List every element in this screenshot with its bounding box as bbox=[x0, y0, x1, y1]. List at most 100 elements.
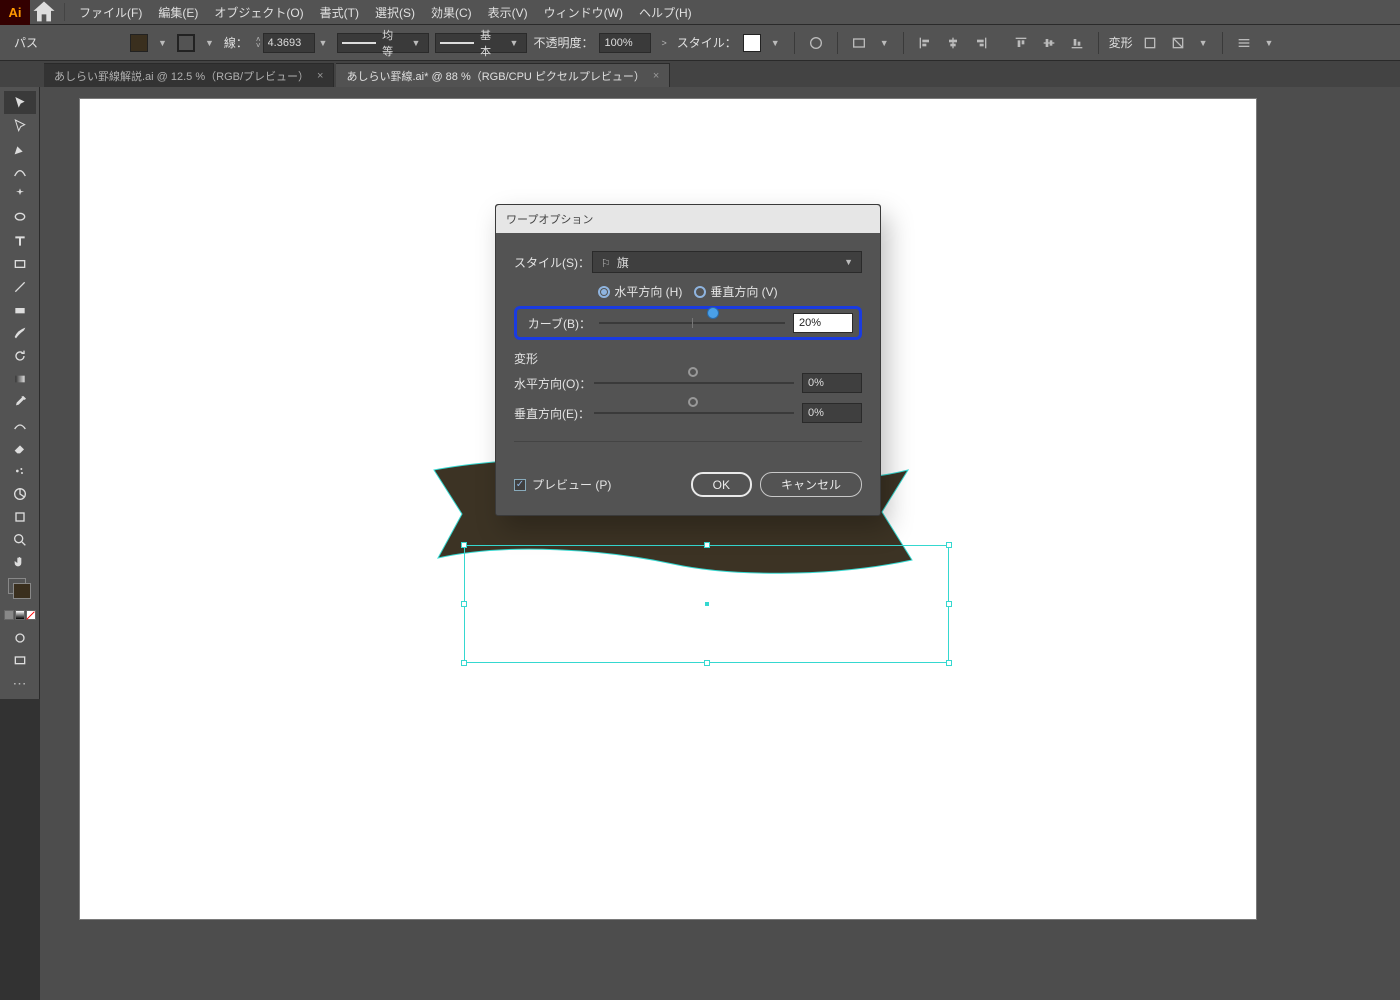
lasso-tool[interactable] bbox=[4, 206, 36, 229]
hand-tool[interactable] bbox=[4, 551, 36, 574]
shape-icon[interactable] bbox=[1167, 32, 1189, 54]
distortion-section-label: 変形 bbox=[514, 350, 862, 367]
doc-tab-1[interactable]: あしらい罫線解説.ai @ 12.5 %（RGB/プレビュー） × bbox=[44, 63, 334, 87]
gradient-tool[interactable] bbox=[4, 367, 36, 390]
align-right-icon[interactable] bbox=[970, 32, 992, 54]
document-tabs: あしらい罫線解説.ai @ 12.5 %（RGB/プレビュー） × あしらい罫線… bbox=[0, 61, 1400, 87]
pen-tool[interactable] bbox=[4, 137, 36, 160]
menu-window[interactable]: ウィンドウ(W) bbox=[536, 0, 631, 25]
menu-effect[interactable]: 効果(C) bbox=[423, 0, 480, 25]
bbox-handle-n[interactable] bbox=[704, 542, 710, 548]
eyedropper-tool[interactable] bbox=[4, 390, 36, 413]
doc-tab-label: あしらい罫線.ai* @ 88 %（RGB/CPU ピクセルプレビュー） bbox=[346, 68, 644, 84]
fill-swatch[interactable] bbox=[130, 34, 148, 52]
menu-help[interactable]: ヘルプ(H) bbox=[631, 0, 700, 25]
align-left-icon[interactable] bbox=[914, 32, 936, 54]
menu-edit[interactable]: 編集(E) bbox=[150, 0, 206, 25]
cancel-button[interactable]: キャンセル bbox=[760, 472, 862, 497]
width-tool[interactable] bbox=[4, 413, 36, 436]
preview-checkbox[interactable]: プレビュー (P) bbox=[514, 476, 611, 493]
menu-view[interactable]: 表示(V) bbox=[480, 0, 536, 25]
doc-tab-2[interactable]: あしらい罫線.ai* @ 88 %（RGB/CPU ピクセルプレビュー） × bbox=[336, 63, 670, 87]
stroke-weight-input[interactable] bbox=[263, 33, 315, 53]
graph-tool[interactable] bbox=[4, 482, 36, 505]
stroke-profile[interactable]: 均等▼ bbox=[337, 33, 429, 53]
bbox-handle-sw[interactable] bbox=[461, 660, 467, 666]
doc-tab-label: あしらい罫線解説.ai @ 12.5 %（RGB/プレビュー） bbox=[54, 68, 309, 84]
type-tool[interactable] bbox=[4, 229, 36, 252]
vert-distort-slider[interactable] bbox=[594, 403, 794, 423]
bend-value-input[interactable] bbox=[793, 313, 853, 333]
menu-object[interactable]: オブジェクト(O) bbox=[206, 0, 311, 25]
selection-type-label: パス bbox=[14, 34, 38, 51]
menu-select[interactable]: 選択(S) bbox=[367, 0, 423, 25]
style-swatch[interactable] bbox=[743, 34, 761, 52]
rotate-tool[interactable] bbox=[4, 344, 36, 367]
stroke-weight-stepper[interactable]: ˄˅ ▼ bbox=[254, 33, 332, 53]
ok-button[interactable]: OK bbox=[691, 472, 752, 497]
bbox-handle-nw[interactable] bbox=[461, 542, 467, 548]
align-top-icon[interactable] bbox=[1010, 32, 1032, 54]
symbol-sprayer-tool[interactable] bbox=[4, 459, 36, 482]
canvas-viewport[interactable]: ワープオプション スタイル(S)： ⚐旗 ▼ 水平方向 (H) 垂直方向 (V)… bbox=[40, 87, 1400, 1000]
highlighted-bend-row: カーブ(B)： bbox=[514, 306, 862, 340]
bbox-handle-ne[interactable] bbox=[946, 542, 952, 548]
curvature-tool[interactable] bbox=[4, 160, 36, 183]
fill-swatch-dropdown[interactable]: ▼ bbox=[154, 38, 171, 48]
style-label: スタイル： bbox=[677, 34, 737, 51]
bbox-handle-e[interactable] bbox=[946, 601, 952, 607]
menu-type[interactable]: 書式(T) bbox=[312, 0, 367, 25]
eraser-tool[interactable] bbox=[4, 436, 36, 459]
chevron-down-icon: ▼ bbox=[844, 257, 853, 267]
bbox-handle-se[interactable] bbox=[946, 660, 952, 666]
fill-color-box[interactable] bbox=[13, 583, 31, 599]
stroke-swatch-dropdown[interactable]: ▼ bbox=[201, 38, 218, 48]
style-select[interactable]: ⚐旗 ▼ bbox=[592, 251, 862, 273]
transform-label[interactable]: 変形 bbox=[1109, 34, 1133, 51]
close-icon[interactable]: × bbox=[653, 70, 659, 82]
control-bar: パス ▼ ▼ 線： ˄˅ ▼ 均等▼ 基本▼ 不透明度： > スタイル： ▼ ▼… bbox=[0, 25, 1400, 61]
recolor-icon[interactable] bbox=[805, 32, 827, 54]
paintbrush-tool[interactable] bbox=[4, 321, 36, 344]
opacity-input[interactable] bbox=[599, 33, 651, 53]
menu-file[interactable]: ファイル(F) bbox=[71, 0, 150, 25]
horiz-distort-slider[interactable] bbox=[594, 373, 794, 393]
artboard-tool[interactable] bbox=[4, 505, 36, 528]
radio-vertical[interactable]: 垂直方向 (V) bbox=[694, 283, 777, 300]
app-icon[interactable]: Ai bbox=[0, 0, 30, 25]
horiz-distort-input[interactable] bbox=[802, 373, 862, 393]
selection-tool[interactable] bbox=[4, 91, 36, 114]
direct-selection-tool[interactable] bbox=[4, 114, 36, 137]
opacity-dropdown[interactable]: > bbox=[657, 38, 670, 48]
close-icon[interactable]: × bbox=[317, 70, 323, 82]
screen-mode-icon[interactable] bbox=[4, 649, 36, 672]
brush-definition[interactable]: 基本▼ bbox=[435, 33, 527, 53]
draw-mode-icon[interactable] bbox=[4, 626, 36, 649]
shape-builder-tool[interactable] bbox=[4, 298, 36, 321]
line-tool[interactable] bbox=[4, 275, 36, 298]
align-bottom-icon[interactable] bbox=[1066, 32, 1088, 54]
radio-horizontal[interactable]: 水平方向 (H) bbox=[598, 283, 682, 300]
edit-toolbar-icon[interactable]: ⋯ bbox=[4, 672, 36, 695]
bbox-handle-w[interactable] bbox=[461, 601, 467, 607]
bend-slider[interactable] bbox=[599, 313, 785, 333]
stroke-swatch[interactable] bbox=[177, 34, 195, 52]
home-icon[interactable] bbox=[30, 0, 58, 25]
zoom-tool[interactable] bbox=[4, 528, 36, 551]
rectangle-tool[interactable] bbox=[4, 252, 36, 275]
align-icon[interactable] bbox=[848, 32, 870, 54]
dialog-title: ワープオプション bbox=[496, 205, 880, 233]
bbox-handle-s[interactable] bbox=[704, 660, 710, 666]
style-dropdown[interactable]: ▼ bbox=[767, 38, 784, 48]
align-hcenter-icon[interactable] bbox=[942, 32, 964, 54]
align-vcenter-icon[interactable] bbox=[1038, 32, 1060, 54]
isolate-icon[interactable] bbox=[1139, 32, 1161, 54]
selection-bounding-box[interactable] bbox=[464, 545, 949, 663]
magic-wand-tool[interactable] bbox=[4, 183, 36, 206]
fill-stroke-colors[interactable] bbox=[5, 578, 35, 608]
color-mode-row[interactable] bbox=[4, 610, 36, 620]
toolbox: ⋯ bbox=[0, 87, 40, 699]
vert-distort-input[interactable] bbox=[802, 403, 862, 423]
settings-icon[interactable] bbox=[1233, 32, 1255, 54]
warp-options-dialog: ワープオプション スタイル(S)： ⚐旗 ▼ 水平方向 (H) 垂直方向 (V)… bbox=[495, 204, 881, 516]
